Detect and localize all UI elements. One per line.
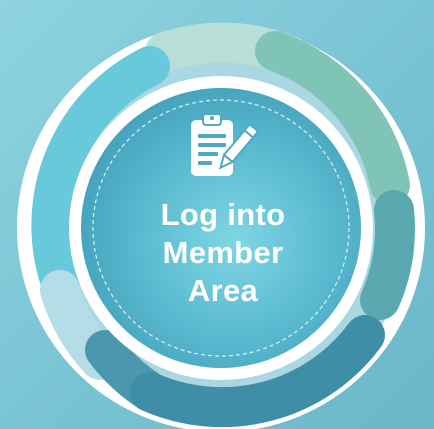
member-area-label: Log into Member Area (161, 196, 286, 310)
log-into-member-area-button[interactable]: Log into Member Area (78, 84, 368, 374)
label-line-2: Member (162, 235, 284, 270)
member-area-tile: Log into Member Area (0, 0, 434, 429)
clipboard-pen-icon (191, 113, 259, 176)
label-line-3: Area (187, 273, 259, 308)
label-line-1: Log into (160, 197, 286, 232)
ring-segment-teal (360, 190, 415, 320)
